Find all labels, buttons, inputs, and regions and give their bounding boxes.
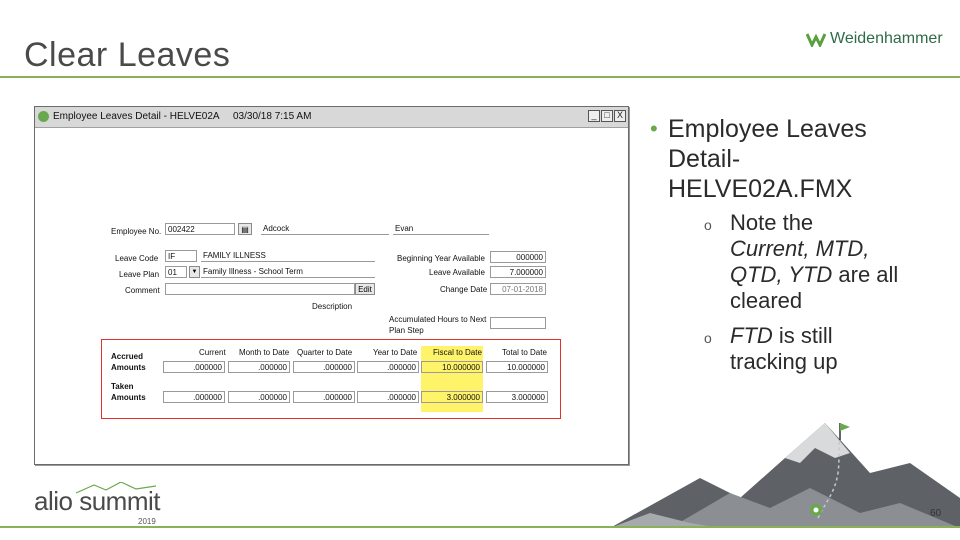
employee-leaves-window: Employee Leaves Detail - HELVE02A 03/30/…: [34, 106, 629, 465]
taken-ftd[interactable]: 3.000000: [421, 391, 483, 403]
taken-mtd[interactable]: .000000: [228, 391, 290, 403]
col-header-ytd: Year to Date: [373, 348, 418, 357]
col-header-mtd: Month to Date: [239, 348, 290, 357]
col-header-current: Current: [199, 348, 226, 357]
window-body: Employee No. 002422 ▤ Adcock Evan Leave …: [35, 128, 628, 464]
leave-plan-field[interactable]: 01: [165, 266, 187, 278]
mountain-line-icon: [76, 482, 156, 494]
employee-no-label: Employee No.: [111, 227, 162, 236]
col-header-ftd: Fiscal to Date: [433, 348, 482, 357]
taken-amounts-label: Amounts: [111, 393, 146, 402]
leave-code-label: Leave Code: [115, 254, 159, 263]
bullet-icon: •: [650, 116, 658, 141]
taken-total[interactable]: 3.000000: [486, 391, 548, 403]
accrued-ftd[interactable]: 10.000000: [421, 361, 483, 373]
lookup-icon[interactable]: ▤: [238, 223, 252, 235]
sub-bullet-2-line2: tracking up: [730, 349, 838, 374]
leave-plan-dropdown-icon[interactable]: ▼: [189, 266, 200, 278]
window-titlebar: Employee Leaves Detail - HELVE02A 03/30/…: [35, 107, 628, 128]
sub-bullet-2-line1a: FTD: [730, 323, 773, 348]
leave-available-field[interactable]: 7.000000: [490, 266, 546, 278]
beginning-year-field[interactable]: 000000: [490, 251, 546, 263]
title-divider: [0, 76, 960, 78]
sub-bullet-1-line3a: QTD, YTD: [730, 262, 833, 287]
main-bullet-line3: HELVE02A.FMX: [668, 175, 853, 203]
circle-bullet-icon: o: [704, 217, 712, 233]
change-date-label: Change Date: [440, 285, 488, 294]
accrued-ytd[interactable]: .000000: [357, 361, 419, 373]
main-bullet: • Employee Leaves Detail- HELVE02A.FMX: [650, 114, 938, 204]
description-label: Description: [312, 302, 353, 311]
description-field: [357, 298, 547, 310]
taken-ytd[interactable]: .000000: [357, 391, 419, 403]
sub-bullet-2: o FTD is still tracking up: [704, 323, 940, 375]
minimize-button[interactable]: _: [588, 110, 600, 122]
accrued-label: Accrued: [111, 352, 144, 361]
leave-code-field[interactable]: IF: [165, 250, 197, 262]
alio-summit-logo: alio summit 2019: [34, 482, 160, 526]
slide-title: Clear Leaves: [24, 36, 231, 74]
taken-current[interactable]: .000000: [163, 391, 225, 403]
col-header-qtd: Quarter to Date: [297, 348, 353, 357]
page-number: 60: [930, 508, 942, 519]
mountain-illustration: [610, 423, 960, 528]
comment-field[interactable]: [165, 283, 355, 295]
leave-available-label: Leave Available: [429, 268, 485, 277]
window-datetime: 03/30/18 7:15 AM: [233, 111, 312, 122]
beginning-year-label: Beginning Year Available: [397, 254, 485, 263]
sub-bullet-1: o Note the Current, MTD, QTD, YTD are al…: [704, 210, 940, 314]
accrued-total[interactable]: 10.000000: [486, 361, 548, 373]
leave-code-description: FAMILY ILLNESS: [201, 250, 375, 262]
leave-plan-description: Family Illness - School Term: [201, 266, 375, 278]
taken-label: Taken: [111, 382, 134, 391]
comment-label: Comment: [125, 286, 160, 295]
sub-bullet-1-line4: cleared: [730, 288, 803, 313]
employee-no-field[interactable]: 002422: [165, 223, 235, 235]
last-name-field[interactable]: Adcock: [261, 223, 389, 235]
plan-step-label: Plan Step: [389, 326, 424, 335]
change-date-field[interactable]: 07-01-2018: [490, 283, 546, 295]
accumulated-label: Accumulated Hours to Next: [389, 315, 487, 324]
sub-bullet-1-line1: Note the: [730, 210, 814, 235]
accrued-current[interactable]: .000000: [163, 361, 225, 373]
app-icon: [38, 111, 49, 122]
accrued-qtd[interactable]: .000000: [293, 361, 355, 373]
summit-year: 2019: [138, 517, 156, 526]
sub-bullet-2-line1b: is still: [772, 323, 833, 348]
col-header-total: Total to Date: [502, 348, 547, 357]
accrued-mtd[interactable]: .000000: [228, 361, 290, 373]
first-name-field[interactable]: Evan: [393, 223, 489, 235]
accrued-amounts-label: Amounts: [111, 363, 146, 372]
sub-bullet-1-line2: Current, MTD,: [730, 236, 870, 261]
brand-logo: Weidenhammer: [806, 30, 943, 48]
edit-button[interactable]: Edit: [355, 283, 375, 295]
circle-bullet-icon: o: [704, 330, 712, 346]
main-bullet-line2: Detail-: [668, 145, 741, 173]
leave-plan-label: Leave Plan: [119, 270, 160, 279]
close-button[interactable]: X: [614, 110, 626, 122]
bottom-divider: [0, 526, 960, 528]
main-bullet-line1: Employee Leaves: [668, 115, 867, 143]
weidenhammer-leaf-icon: [806, 33, 826, 47]
taken-qtd[interactable]: .000000: [293, 391, 355, 403]
accumulated-hours-field[interactable]: [490, 317, 546, 329]
window-title: Employee Leaves Detail - HELVE02A: [53, 111, 220, 122]
sub-bullet-1-line3b: are all: [832, 262, 899, 287]
maximize-button[interactable]: □: [601, 110, 613, 122]
brand-name: Weidenhammer: [830, 30, 943, 47]
